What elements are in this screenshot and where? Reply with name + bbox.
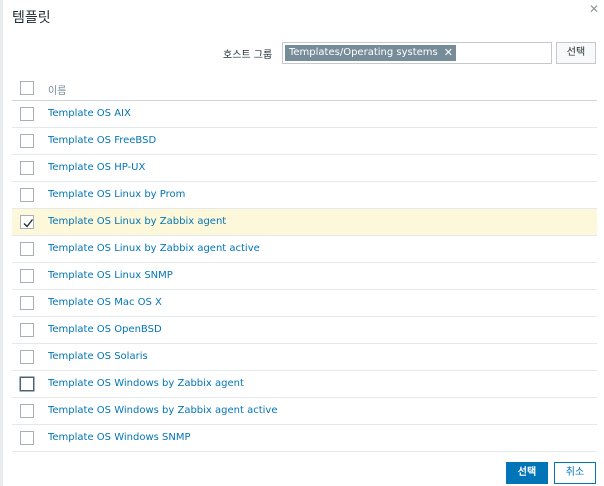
row-checkbox[interactable]: [20, 134, 34, 148]
background-edge: [0, 0, 3, 486]
row-checkbox[interactable]: [20, 296, 34, 310]
host-group-label: 호스트 그룹: [223, 50, 273, 61]
row-checkbox[interactable]: [20, 350, 34, 364]
template-name-link[interactable]: Template OS Linux by Prom: [48, 189, 185, 200]
table-row: Template OS Windows by Zabbix agent: [12, 371, 597, 398]
name-column-header: 이름: [48, 86, 67, 97]
template-name-link[interactable]: Template OS HP-UX: [48, 162, 145, 173]
host-group-chip: Templates/Operating systems ✕: [285, 45, 456, 61]
template-name-link[interactable]: Template OS FreeBSD: [48, 135, 156, 146]
table-row: Template OS AIX: [12, 101, 597, 128]
table-row: Template OS Linux by Zabbix agent active: [12, 236, 597, 263]
row-checkbox[interactable]: [20, 161, 34, 175]
template-name-link[interactable]: Template OS Windows SNMP: [48, 432, 191, 443]
row-checkbox[interactable]: [20, 107, 34, 121]
table-row: Template OS Solaris: [12, 344, 597, 371]
table-row: Template OS HP-UX: [12, 155, 597, 182]
template-name-link[interactable]: Template OS Linux SNMP: [48, 270, 173, 281]
row-checkbox[interactable]: [20, 404, 34, 418]
template-name-link[interactable]: Template OS Windows by Zabbix agent acti…: [48, 405, 277, 416]
table-row: Template OS FreeBSD: [12, 128, 597, 155]
host-group-multiselect[interactable]: Templates/Operating systems ✕: [282, 42, 552, 64]
templates-dialog: 템플릿 ✕ 호스트 그룹 Templates/Operating systems…: [0, 0, 604, 486]
x-icon[interactable]: ✕: [444, 45, 453, 61]
templates-table: 이름 Template OS AIX Template OS FreeBSD Tem…: [12, 75, 597, 452]
select-all-checkbox[interactable]: [20, 81, 34, 95]
table-row: Template OS Linux by Zabbix agent: [12, 209, 597, 236]
close-icon[interactable]: ✕: [588, 3, 600, 15]
host-group-chip-label: Templates/Operating systems: [289, 47, 438, 58]
table-row: Template OS Windows SNMP: [12, 425, 597, 452]
table-header-row: 이름: [12, 75, 597, 101]
table-row: Template OS Linux by Prom: [12, 182, 597, 209]
template-name-link[interactable]: Template OS OpenBSD: [48, 324, 162, 335]
cancel-button[interactable]: 취소: [554, 462, 596, 484]
dialog-title: 템플릿: [12, 10, 51, 26]
template-name-link[interactable]: Template OS Mac OS X: [48, 297, 162, 308]
row-checkbox[interactable]: [20, 377, 34, 391]
row-checkbox[interactable]: [20, 242, 34, 256]
select-button[interactable]: 선택: [506, 462, 548, 484]
template-name-link[interactable]: Template OS AIX: [48, 108, 131, 119]
row-checkbox[interactable]: [20, 323, 34, 337]
row-checkbox[interactable]: [20, 431, 34, 445]
table-row: Template OS Windows by Zabbix agent acti…: [12, 398, 597, 425]
template-name-link[interactable]: Template OS Windows by Zabbix agent: [48, 378, 244, 389]
table-row: Template OS Mac OS X: [12, 290, 597, 317]
host-group-select-button[interactable]: 선택: [556, 42, 596, 64]
template-name-link[interactable]: Template OS Solaris: [48, 351, 148, 362]
table-row: Template OS Linux SNMP: [12, 263, 597, 290]
row-checkbox[interactable]: [20, 269, 34, 283]
row-checkbox[interactable]: [20, 188, 34, 202]
table-row: Template OS OpenBSD: [12, 317, 597, 344]
template-name-link[interactable]: Template OS Linux by Zabbix agent active: [48, 243, 260, 254]
checkmark-icon: [23, 219, 34, 228]
template-name-link[interactable]: Template OS Linux by Zabbix agent: [48, 216, 226, 227]
row-checkbox[interactable]: [20, 215, 34, 229]
